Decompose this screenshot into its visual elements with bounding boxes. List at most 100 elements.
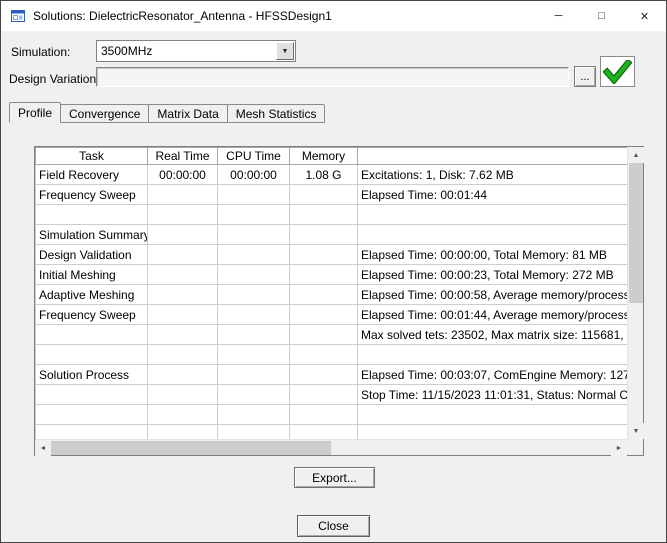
table-cell <box>148 185 218 205</box>
table-cell: 1.08 G <box>290 165 358 185</box>
table-cell <box>290 325 358 345</box>
table-cell <box>36 205 148 225</box>
table-cell <box>148 205 218 225</box>
table-cell <box>358 345 628 365</box>
table-cell <box>218 325 290 345</box>
table-header-row: Task Real Time CPU Time Memory <box>36 148 628 165</box>
close-window-button[interactable]: ✕ <box>623 1 666 31</box>
simulation-dropdown[interactable]: 3500MHz ▼ <box>96 40 296 62</box>
scroll-down-icon[interactable]: ▼ <box>628 423 644 439</box>
grid-viewport: Task Real Time CPU Time Memory Field Rec… <box>35 147 627 439</box>
solutions-dialog: Solutions: DielectricResonator_Antenna -… <box>0 0 667 543</box>
browse-button[interactable]: ... <box>574 66 596 87</box>
table-cell <box>148 305 218 325</box>
profile-table-body: Field Recovery00:00:0000:00:001.08 GExci… <box>36 165 628 440</box>
vertical-scrollbar-thumb[interactable] <box>629 163 643 303</box>
table-row[interactable]: Simulation Summary <box>36 225 628 245</box>
design-variation-label: Design Variation: <box>9 72 100 86</box>
tab-mesh-statistics[interactable]: Mesh Statistics <box>227 104 326 123</box>
vertical-scrollbar[interactable]: ▲ ▼ <box>627 147 643 439</box>
table-cell <box>218 285 290 305</box>
maximize-button[interactable]: □ <box>580 1 623 31</box>
table-cell <box>290 385 358 405</box>
tab-matrix-data[interactable]: Matrix Data <box>148 104 227 123</box>
scroll-left-icon[interactable]: ◄ <box>35 440 51 456</box>
table-cell <box>358 405 628 425</box>
table-cell <box>218 265 290 285</box>
table-row[interactable] <box>36 425 628 440</box>
table-cell <box>290 245 358 265</box>
tab-convergence[interactable]: Convergence <box>60 104 149 123</box>
table-cell: Adaptive Meshing <box>36 285 148 305</box>
table-row[interactable] <box>36 205 628 225</box>
table-cell <box>148 405 218 425</box>
table-cell: Elapsed Time: 00:01:44 <box>358 185 628 205</box>
table-cell <box>148 425 218 440</box>
table-cell <box>358 205 628 225</box>
table-cell <box>148 345 218 365</box>
table-row[interactable]: Stop Time: 11/15/2023 11:01:31, Status: … <box>36 385 628 405</box>
table-cell <box>218 365 290 385</box>
table-cell <box>218 225 290 245</box>
table-row[interactable]: Frequency Sweep Elapsed Time: 00:01:44 <box>36 185 628 205</box>
table-cell <box>148 265 218 285</box>
table-row[interactable]: Solution Process Elapsed Time: 00:03:07, … <box>36 365 628 385</box>
minimize-button[interactable]: ─ <box>537 1 580 31</box>
table-cell <box>290 225 358 245</box>
titlebar[interactable]: Solutions: DielectricResonator_Antenna -… <box>1 1 666 31</box>
column-header-info[interactable] <box>358 148 628 165</box>
horizontal-scrollbar[interactable]: ◄ ► <box>35 439 627 455</box>
profile-table: Task Real Time CPU Time Memory Field Rec… <box>35 147 627 439</box>
table-cell <box>290 185 358 205</box>
table-cell: Field Recovery <box>36 165 148 185</box>
table-cell: 00:00:00 <box>218 165 290 185</box>
table-cell <box>36 405 148 425</box>
close-button[interactable]: Close <box>297 515 370 537</box>
table-cell: Excitations: 1, Disk: 7.62 MB <box>358 165 628 185</box>
table-cell <box>218 385 290 405</box>
column-header-cpu-time[interactable]: CPU Time <box>218 148 290 165</box>
table-cell <box>218 245 290 265</box>
chevron-down-icon[interactable]: ▼ <box>276 42 294 60</box>
table-cell <box>218 305 290 325</box>
column-header-real-time[interactable]: Real Time <box>148 148 218 165</box>
horizontal-scrollbar-thumb[interactable] <box>51 441 331 455</box>
table-row[interactable]: Field Recovery00:00:0000:00:001.08 GExci… <box>36 165 628 185</box>
table-cell: Initial Meshing <box>36 265 148 285</box>
table-row[interactable]: Frequency SweepElapsed Time: 00:01:44, A… <box>36 305 628 325</box>
table-cell <box>290 285 358 305</box>
table-cell: Elapsed Time: 00:00:00, Total Memory: 81… <box>358 245 628 265</box>
table-cell <box>218 405 290 425</box>
table-cell <box>358 225 628 245</box>
table-row[interactable]: Initial MeshingElapsed Time: 00:00:23, T… <box>36 265 628 285</box>
tab-bar: Profile Convergence Matrix Data Mesh Sta… <box>9 102 325 123</box>
design-variation-field[interactable] <box>96 67 569 87</box>
profile-grid: Task Real Time CPU Time Memory Field Rec… <box>34 146 644 456</box>
validation-check-icon <box>600 56 635 87</box>
table-cell: Elapsed Time: 00:01:44, Average memory/p… <box>358 305 628 325</box>
table-cell: Solution Process <box>36 365 148 385</box>
table-row[interactable]: Max solved tets: 23502, Max matrix size:… <box>36 325 628 345</box>
table-cell <box>148 325 218 345</box>
scroll-up-icon[interactable]: ▲ <box>628 147 644 163</box>
column-header-task[interactable]: Task <box>36 148 148 165</box>
table-row[interactable] <box>36 405 628 425</box>
table-cell <box>218 205 290 225</box>
table-cell: Elapsed Time: 00:03:07, ComEngine Memory… <box>358 365 628 385</box>
table-cell <box>218 425 290 440</box>
window-title: Solutions: DielectricResonator_Antenna -… <box>33 9 537 23</box>
table-cell: 00:00:00 <box>148 165 218 185</box>
column-header-memory[interactable]: Memory <box>290 148 358 165</box>
table-cell <box>290 345 358 365</box>
scroll-right-icon[interactable]: ► <box>611 440 627 456</box>
table-cell <box>36 345 148 365</box>
tab-profile[interactable]: Profile <box>9 102 61 123</box>
table-cell: Frequency Sweep <box>36 185 148 205</box>
table-row[interactable]: Adaptive MeshingElapsed Time: 00:00:58, … <box>36 285 628 305</box>
table-cell <box>290 405 358 425</box>
table-cell <box>148 245 218 265</box>
table-row[interactable] <box>36 345 628 365</box>
table-row[interactable]: Design ValidationElapsed Time: 00:00:00,… <box>36 245 628 265</box>
table-cell <box>218 345 290 365</box>
export-button[interactable]: Export... <box>294 467 375 488</box>
